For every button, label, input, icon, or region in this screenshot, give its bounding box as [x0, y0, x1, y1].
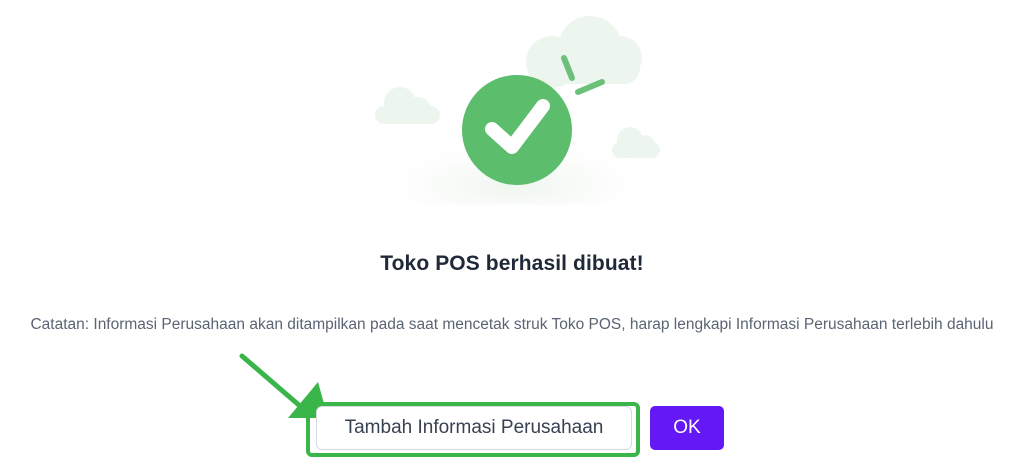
success-dialog: Toko POS berhasil dibuat! Catatan: Infor… — [0, 0, 1024, 472]
check-circle-icon — [462, 75, 572, 185]
cloud-shape — [612, 127, 660, 158]
cloud-shape — [526, 16, 642, 88]
dialog-note: Catatan: Informasi Perusahaan akan ditam… — [30, 316, 994, 333]
ok-button[interactable]: OK — [650, 406, 724, 450]
success-illustration — [345, 16, 680, 205]
cloud-shape — [375, 87, 440, 124]
dialog-title: Toko POS berhasil dibuat! — [380, 252, 644, 275]
add-company-info-button[interactable]: Tambah Informasi Perusahaan — [316, 406, 632, 450]
